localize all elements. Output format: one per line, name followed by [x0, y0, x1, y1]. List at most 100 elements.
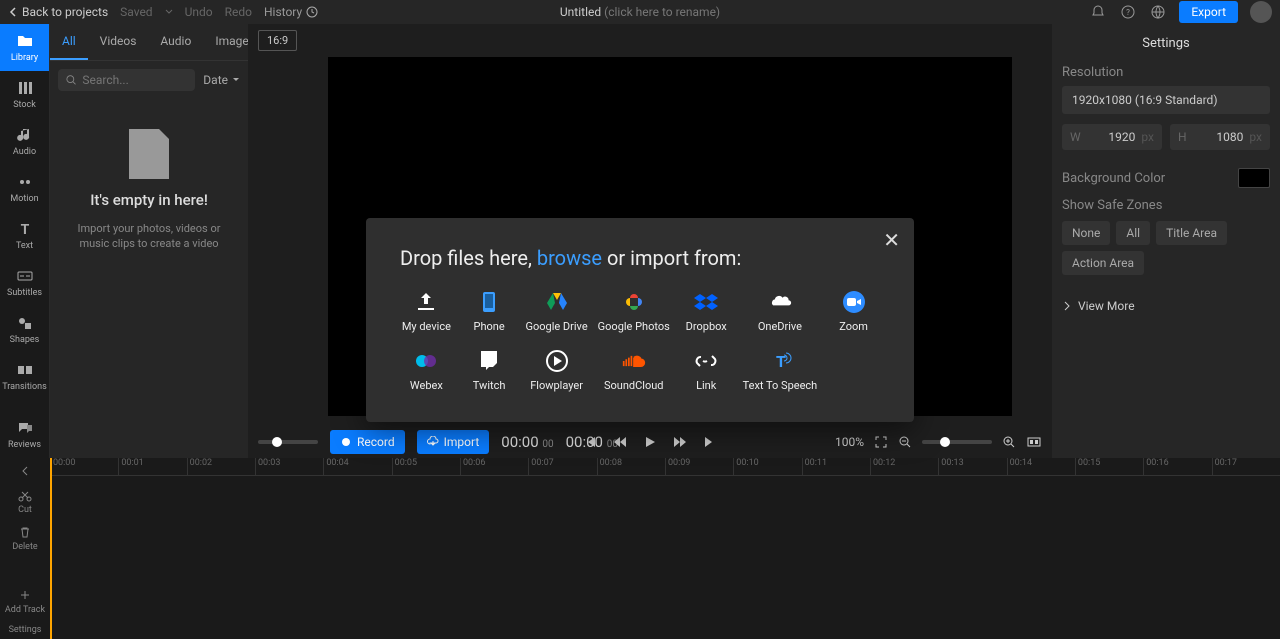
- phone-icon: [477, 290, 501, 314]
- topbar: Back to projects Saved Undo Redo History…: [0, 0, 1280, 24]
- zoom-level: 100%: [835, 435, 864, 449]
- collapse-button[interactable]: [18, 464, 32, 478]
- undo-button[interactable]: Undo: [185, 5, 213, 19]
- delete-button[interactable]: Delete: [12, 525, 37, 552]
- record-button[interactable]: Record: [330, 430, 405, 454]
- resolution-select[interactable]: 1920x1080 (16:9 Standard): [1062, 86, 1270, 114]
- view-more[interactable]: View More: [1062, 299, 1270, 313]
- import-source-phone[interactable]: Phone: [463, 290, 516, 333]
- timeline: Cut Delete Add Track Settings 00:0000:01…: [0, 458, 1280, 639]
- volume-slider[interactable]: [258, 440, 318, 444]
- import-source-my-device[interactable]: My device: [400, 290, 453, 333]
- close-icon[interactable]: ✕: [883, 228, 900, 252]
- help-icon[interactable]: ?: [1119, 3, 1137, 21]
- import-source-webex[interactable]: Webex: [400, 349, 453, 392]
- zoom-slider[interactable]: [922, 440, 992, 444]
- caret-down-icon[interactable]: [165, 8, 173, 16]
- import-source-zoom[interactable]: Zoom: [827, 290, 880, 333]
- sidebar-item-transitions[interactable]: Transitions: [0, 353, 49, 400]
- safe-zone-action-area[interactable]: Action Area: [1062, 251, 1144, 275]
- back-to-projects[interactable]: Back to projects: [8, 5, 108, 19]
- tab-all[interactable]: All: [50, 24, 88, 60]
- sidebar-item-motion[interactable]: Motion: [0, 165, 49, 212]
- playhead[interactable]: [50, 458, 52, 639]
- sidebar-item-stock[interactable]: Stock: [0, 71, 49, 118]
- sidebar-item-shapes[interactable]: Shapes: [0, 306, 49, 353]
- file-icon: [129, 129, 169, 179]
- timeline-body[interactable]: 00:0000:0100:0200:0300:0400:0500:0600:07…: [50, 458, 1280, 639]
- settings-panel: Settings Resolution 1920x1080 (16:9 Stan…: [1052, 24, 1280, 458]
- import-source-soundcloud[interactable]: SoundCloud: [598, 349, 670, 392]
- sidebar-item-reviews[interactable]: Reviews: [0, 411, 49, 458]
- ruler-tick: 00:00: [50, 458, 118, 475]
- import-source-google-photos[interactable]: Google Photos: [598, 290, 670, 333]
- source-label: Flowplayer: [530, 379, 583, 392]
- link-icon: [694, 349, 718, 373]
- search-box[interactable]: [58, 69, 195, 91]
- tab-audio[interactable]: Audio: [148, 24, 203, 60]
- time-ruler[interactable]: 00:0000:0100:0200:0300:0400:0500:0600:07…: [50, 458, 1280, 476]
- safe-zone-none[interactable]: None: [1062, 221, 1110, 245]
- source-label: Twitch: [473, 379, 506, 392]
- history-button[interactable]: History: [264, 5, 318, 19]
- ruler-tick: 00:13: [938, 458, 1006, 475]
- import-source-google-drive[interactable]: Google Drive: [525, 290, 587, 333]
- add-track-button[interactable]: Add Track: [5, 588, 45, 615]
- ruler-tick: 00:17: [1212, 458, 1280, 475]
- safe-zone-title-area[interactable]: Title Area: [1156, 221, 1227, 245]
- width-input[interactable]: W1920px: [1062, 124, 1162, 150]
- gdrive-icon: [545, 290, 569, 314]
- ruler-tick: 00:10: [733, 458, 801, 475]
- resolution-label: Resolution: [1062, 65, 1270, 80]
- play-icon[interactable]: [643, 435, 657, 449]
- bell-icon[interactable]: [1089, 3, 1107, 21]
- sidebar-item-library[interactable]: Library: [0, 24, 49, 71]
- sort-select[interactable]: Date: [203, 73, 240, 87]
- zoom-out-icon[interactable]: [898, 435, 912, 449]
- import-source-text-to-speech[interactable]: TText To Speech: [743, 349, 818, 392]
- project-title[interactable]: Untitled (click here to rename): [560, 5, 720, 19]
- rewind-icon[interactable]: [613, 435, 627, 449]
- browse-link[interactable]: browse: [537, 246, 602, 270]
- bg-color-swatch[interactable]: [1238, 168, 1270, 188]
- sidebar-item-text[interactable]: TText: [0, 212, 49, 259]
- timeline-settings[interactable]: Settings: [9, 625, 42, 635]
- ruler-tick: 00:12: [870, 458, 938, 475]
- safe-zone-all[interactable]: All: [1116, 221, 1150, 245]
- chevron-right-icon: [1062, 301, 1072, 311]
- transport-controls: [583, 435, 717, 449]
- zoom-in-icon[interactable]: [1002, 435, 1016, 449]
- import-button[interactable]: Import: [417, 430, 490, 454]
- search-input[interactable]: [82, 73, 187, 87]
- ruler-tick: 00:05: [392, 458, 460, 475]
- import-source-twitch[interactable]: Twitch: [463, 349, 516, 392]
- fastforward-icon[interactable]: [673, 435, 687, 449]
- source-label: Webex: [410, 379, 443, 392]
- import-source-link[interactable]: Link: [680, 349, 733, 392]
- fit-icon[interactable]: [1026, 434, 1042, 450]
- tab-videos[interactable]: Videos: [88, 24, 149, 60]
- cut-button[interactable]: Cut: [18, 488, 32, 515]
- import-source-flowplayer[interactable]: Flowplayer: [525, 349, 587, 392]
- globe-icon[interactable]: [1149, 3, 1167, 21]
- ruler-tick: 00:01: [118, 458, 186, 475]
- source-label: Google Drive: [525, 320, 587, 333]
- source-label: Dropbox: [686, 320, 727, 333]
- webex-icon: [414, 349, 438, 373]
- source-label: Google Photos: [598, 320, 670, 333]
- redo-button[interactable]: Redo: [225, 5, 252, 19]
- ruler-tick: 00:02: [187, 458, 255, 475]
- skip-start-icon[interactable]: [583, 435, 597, 449]
- export-button[interactable]: Export: [1179, 1, 1238, 23]
- skip-end-icon[interactable]: [703, 435, 717, 449]
- aspect-ratio[interactable]: 16:9: [258, 30, 297, 51]
- sidebar-item-subtitles[interactable]: Subtitles: [0, 259, 49, 306]
- fullscreen-icon[interactable]: [874, 435, 888, 449]
- source-label: OneDrive: [758, 320, 802, 333]
- import-source-onedrive[interactable]: OneDrive: [743, 290, 818, 333]
- sidebar-item-audio[interactable]: Audio: [0, 118, 49, 165]
- import-source-dropbox[interactable]: Dropbox: [680, 290, 733, 333]
- height-input[interactable]: H1080px: [1170, 124, 1270, 150]
- source-label: Zoom: [839, 320, 868, 333]
- avatar[interactable]: [1250, 1, 1272, 23]
